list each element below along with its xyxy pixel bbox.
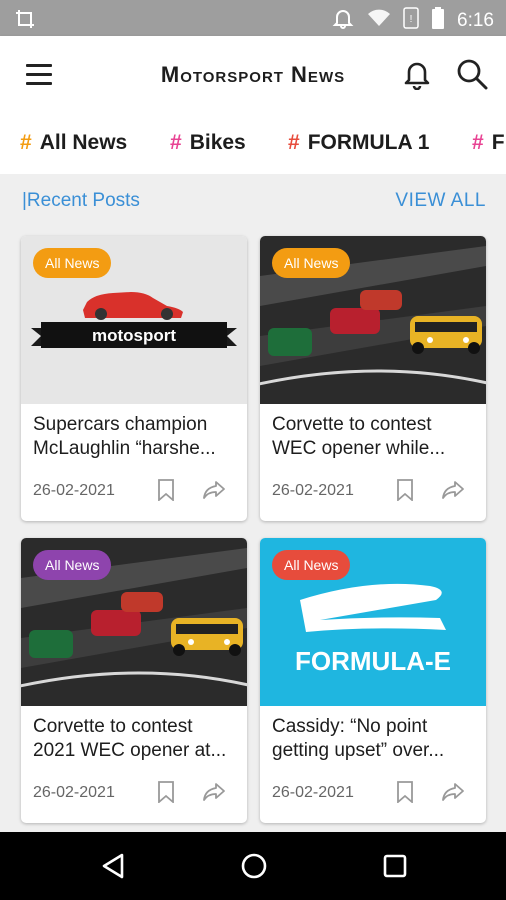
back-icon[interactable] — [100, 852, 126, 885]
tab-formula-1[interactable]: # FORMULA 1 — [288, 131, 429, 155]
share-icon[interactable] — [203, 782, 225, 807]
tab-label: Bikes — [189, 131, 246, 154]
tab-hash: # — [288, 131, 300, 154]
tab-label: All News — [39, 131, 128, 154]
category-badge: All News — [33, 550, 112, 580]
post-thumbnail: FORMULA-E All News — [260, 538, 486, 706]
view-all-link[interactable]: VIEW ALL — [395, 190, 486, 212]
app-bar: Motorsport News — [0, 36, 506, 114]
tab-hash: # — [20, 131, 32, 154]
category-badge: All News — [272, 248, 351, 278]
system-nav-bar — [0, 832, 506, 900]
tab-bikes[interactable]: # Bikes — [170, 131, 246, 155]
tab-label: F — [491, 131, 505, 154]
category-badge: All News — [33, 248, 112, 278]
post-card[interactable]: All News Corvette to contest 2021 WEC ope… — [21, 538, 247, 823]
sim-icon: ! — [403, 7, 419, 34]
home-icon[interactable] — [240, 852, 268, 885]
share-icon[interactable] — [442, 480, 464, 505]
search-icon[interactable] — [456, 58, 488, 95]
category-badge: All News — [272, 550, 351, 580]
post-card[interactable]: FORMULA-E All News Cassidy: “No point get… — [260, 538, 486, 823]
share-icon[interactable] — [203, 480, 225, 505]
svg-text:!: ! — [410, 14, 413, 25]
post-thumbnail: All News — [260, 236, 486, 404]
battery-icon — [431, 7, 445, 34]
recents-icon[interactable] — [382, 852, 408, 885]
tab-next[interactable]: # F — [472, 131, 505, 155]
tab-all-news[interactable]: # All News — [20, 131, 127, 155]
post-date: 26-02-2021 — [33, 482, 115, 499]
post-headline: Corvette to contest WEC opener while... — [272, 414, 446, 459]
wifi-icon — [367, 8, 391, 33]
post-thumbnail: motosport All News — [21, 236, 247, 404]
status-time: 6:16 — [457, 9, 494, 31]
alarm-icon — [331, 6, 355, 35]
section-header: |Recent Posts VIEW ALL — [0, 174, 506, 230]
status-bar: ! 6:16 — [0, 0, 506, 36]
screenshot-icon — [14, 8, 36, 35]
bookmark-icon[interactable] — [396, 781, 414, 808]
post-thumbnail: All News — [21, 538, 247, 706]
notifications-icon[interactable] — [402, 58, 432, 95]
post-date: 26-02-2021 — [272, 482, 354, 499]
post-card[interactable]: All News Corvette to contest WEC opener w… — [260, 236, 486, 521]
thumb-logo-text: motosport — [92, 326, 176, 345]
tab-hash: # — [472, 131, 484, 154]
post-date: 26-02-2021 — [272, 784, 354, 801]
post-headline: Corvette to contest 2021 WEC opener at... — [33, 716, 227, 761]
section-title: |Recent Posts — [22, 190, 140, 211]
post-headline: Cassidy: “No point getting upset” over... — [272, 716, 445, 761]
post-headline: Supercars champion McLaughlin “harshe... — [33, 414, 216, 459]
tab-hash: # — [170, 131, 182, 154]
bookmark-icon[interactable] — [157, 479, 175, 506]
bookmark-icon[interactable] — [396, 479, 414, 506]
post-date: 26-02-2021 — [33, 784, 115, 801]
share-icon[interactable] — [442, 782, 464, 807]
post-card[interactable]: motosport All News Supercars champion McL… — [21, 236, 247, 521]
tab-label: FORMULA 1 — [307, 131, 430, 154]
bookmark-icon[interactable] — [157, 781, 175, 808]
thumb-logo-text: FORMULA-E — [295, 646, 451, 676]
category-tabs: # All News # Bikes # FORMULA 1 # F — [0, 114, 506, 174]
